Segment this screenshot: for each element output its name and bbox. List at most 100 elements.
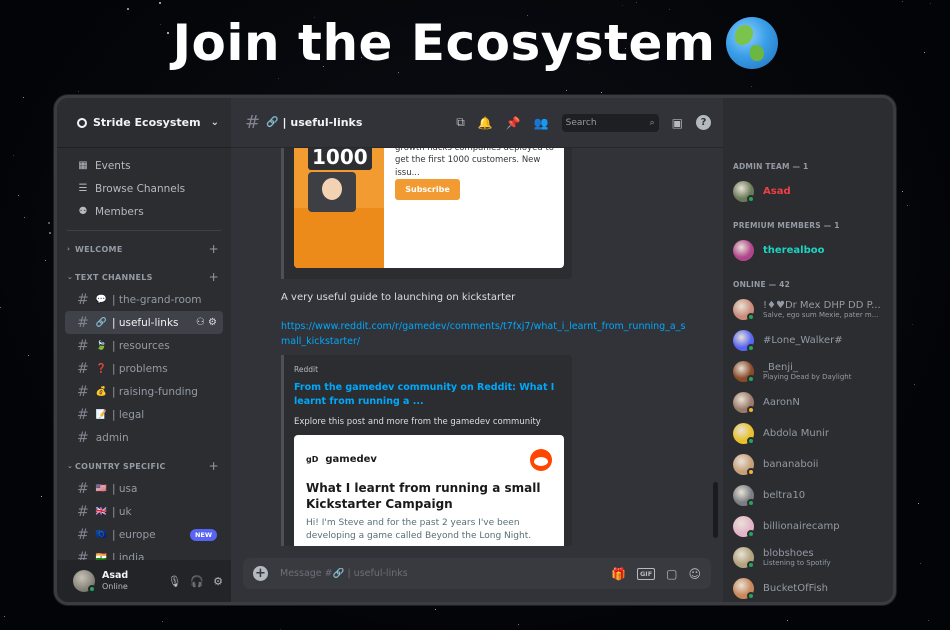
search-input[interactable]: Search ⌕ [561, 113, 659, 132]
search-placeholder: Search [565, 117, 597, 128]
add-channel-icon[interactable]: + [209, 459, 219, 473]
channel-europe[interactable]: # 🇪🇺 | europe NEW [65, 523, 223, 546]
message-input[interactable] [280, 568, 580, 579]
member-name: blobshoes [763, 547, 814, 559]
pin-icon[interactable]: 📌 [506, 116, 521, 130]
help-icon[interactable]: ? [696, 115, 711, 130]
page-headline: Join the Ecosystem [0, 14, 950, 72]
reddit-preview-card[interactable]: gD gamedev What I learnt from running a … [294, 434, 564, 546]
channel-raising-funding[interactable]: # 💰 | raising-funding [65, 380, 223, 403]
star [127, 8, 130, 11]
member-activity: Listening to Spotify [763, 559, 831, 568]
hash-icon: # [77, 291, 89, 308]
member-item[interactable]: therealboo [723, 235, 893, 266]
subscribe-button[interactable]: Subscribe [395, 179, 460, 200]
member-item[interactable]: billionairecamp [723, 511, 893, 542]
member-item[interactable]: !♦♥Dr Mex DHP DD P... Salve, ego sum Mexi… [723, 294, 893, 325]
member-item[interactable]: blobshoes Listening to Spotify [723, 542, 893, 573]
channel-label: | the-grand-room [111, 293, 202, 306]
calendar-icon: ▦ [78, 160, 88, 171]
subreddit-logo: gD [306, 455, 319, 464]
category-country-specific[interactable]: ⌄ COUNTRY SPECIFIC + [57, 455, 231, 477]
gift-icon[interactable]: 🎁 [611, 567, 626, 581]
microphone-icon[interactable]: 🎙 [167, 575, 181, 588]
newsletter-embed: 1000 growth hacks companies deployed to … [281, 148, 572, 279]
member-item[interactable]: Abdola Munir [723, 418, 893, 449]
online-status-dot [747, 592, 755, 600]
category-label: COUNTRY SPECIFIC [75, 461, 166, 471]
post-title: What I learnt from running a small Kicks… [306, 480, 541, 512]
channel-uk[interactable]: # 🇬🇧 | uk [65, 500, 223, 523]
member-item[interactable]: beltra10 [723, 480, 893, 511]
member-item[interactable]: Asad [723, 176, 893, 207]
add-attachment-icon[interactable]: + [253, 566, 268, 581]
channel-admin[interactable]: # admin [65, 426, 223, 449]
star [928, 619, 930, 621]
star [907, 204, 909, 206]
channel-label: | raising-funding [111, 385, 198, 398]
channel-useful-links[interactable]: # 🔗 | useful-links ⚇ ⚙ [65, 311, 223, 334]
avatar [733, 299, 755, 321]
embed-title-link[interactable]: From the gamedev community on Reddit: Wh… [294, 381, 562, 410]
message-link[interactable]: https://www.reddit.com/r/gamedev/comment… [281, 320, 691, 349]
channel-emoji: 🔗 [95, 317, 107, 328]
channel-label: | europe [111, 528, 156, 541]
bell-icon[interactable]: 🔔 [478, 116, 493, 130]
member-activity: Salve, ego sum Mexie, pater m... [763, 311, 879, 320]
avatar [733, 423, 755, 445]
gif-icon[interactable]: GIF [636, 567, 656, 580]
member-item[interactable]: BucketOfFish [723, 573, 893, 602]
star [517, 623, 519, 625]
headphones-icon[interactable]: 🎧 [190, 575, 204, 588]
member-item[interactable]: bananaboii [723, 449, 893, 480]
channel-emoji: 💰 [95, 386, 107, 397]
member-item[interactable]: #Lone_Walker# [723, 325, 893, 356]
member-name: AaronN [763, 396, 800, 408]
channel-legal[interactable]: # 📝 | legal [65, 403, 223, 426]
channel-problems[interactable]: # ❓ | problems [65, 357, 223, 380]
star [278, 77, 280, 79]
threads-icon[interactable]: ⧉ [456, 115, 465, 130]
headline-text: Join the Ecosystem [172, 14, 716, 72]
nav-browse-channels[interactable]: ☰ Browse Channels [65, 177, 223, 200]
post-body: Hi! I'm Steve and for the past 2 years I… [306, 517, 532, 541]
category-welcome[interactable]: › WELCOME + [57, 238, 231, 260]
inbox-icon[interactable]: ▣ [672, 116, 683, 130]
member-name: Abdola Munir [763, 427, 829, 439]
add-channel-icon[interactable]: + [209, 242, 219, 256]
channel-usa[interactable]: # 🇺🇸 | usa [65, 477, 223, 500]
add-channel-icon[interactable]: + [209, 270, 219, 284]
nav-events[interactable]: ▦ Events [65, 154, 223, 177]
scrollbar-thumb[interactable] [713, 482, 718, 538]
category-text-channels[interactable]: ⌄ TEXT CHANNELS + [57, 266, 231, 288]
star [669, 9, 671, 11]
channel-resources[interactable]: # 🍃 | resources [65, 334, 223, 357]
member-group-header: ONLINE — 42 [733, 279, 790, 289]
star [45, 259, 47, 261]
star [930, 3, 932, 5]
channel-label: | legal [111, 408, 145, 421]
avatar[interactable] [73, 570, 96, 593]
newsletter-card[interactable]: 1000 growth hacks companies deployed to … [294, 148, 564, 268]
server-header[interactable]: Stride Ecosystem ⌄ [57, 98, 231, 148]
gear-icon[interactable]: ⚙ [213, 575, 223, 588]
sidebar-divider [67, 230, 221, 231]
member-list-icon[interactable]: 👥 [534, 116, 549, 130]
star [398, 72, 400, 74]
avatar [733, 485, 755, 507]
sticker-icon[interactable]: ▢ [666, 567, 677, 581]
member-item[interactable]: AaronN [723, 387, 893, 418]
online-status-dot [747, 344, 755, 352]
embed-provider: Reddit [294, 365, 319, 374]
online-status-dot [747, 375, 755, 383]
browse-channels-icon: ☰ [78, 183, 88, 194]
channel-the-grand-room[interactable]: # 💬 | the-grand-room [65, 288, 223, 311]
member-item[interactable]: _Benji_ Playing Dead by Daylight [723, 356, 893, 387]
nav-members[interactable]: ⚉ Members [65, 200, 223, 223]
avatar [733, 578, 755, 600]
user-panel: Asad Online 🎙 🎧 ⚙ [57, 560, 231, 602]
emoji-icon[interactable]: ☺ [688, 567, 701, 581]
chevron-down-icon: ⌄ [67, 462, 74, 470]
channel-settings-icons[interactable]: ⚇ ⚙ [196, 317, 217, 328]
star [77, 90, 79, 92]
